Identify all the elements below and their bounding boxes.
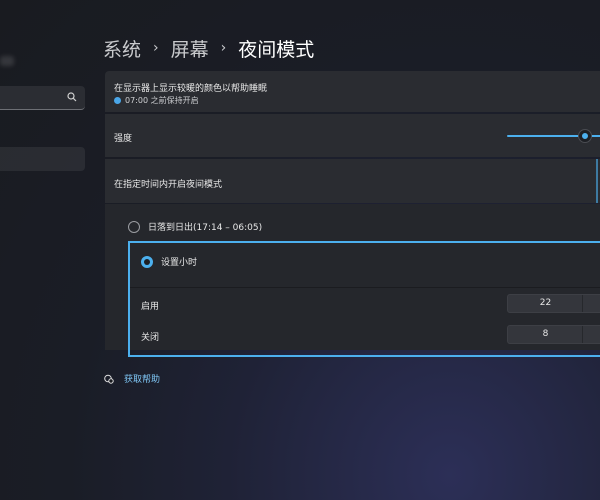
status-dot-icon [114,97,121,104]
slider-thumb[interactable] [579,130,591,142]
turn-off-time-picker[interactable]: 8 [507,325,600,344]
user-account-blur [0,56,14,66]
strength-label: 强度 [114,134,133,144]
nav-item-selected[interactable] [0,147,85,171]
turn-off-label: 关闭 [141,333,160,343]
time-segment-divider [582,326,583,343]
radio-checked-icon[interactable] [141,255,153,268]
turn-on-hour[interactable]: 22 [508,298,583,308]
breadcrumb-separator: › [153,40,159,56]
settings-search-input[interactable] [0,86,85,110]
breadcrumb: 系统 › 屏幕 › 夜间模式 [103,34,314,62]
radio-set-hours[interactable]: 设置小时 [141,255,197,268]
status-text: 07:00 之前保持开启 [125,96,199,105]
radio-unchecked-icon[interactable] [128,220,140,233]
breadcrumb-display[interactable]: 屏幕 [171,35,209,62]
search-icon[interactable] [67,92,77,102]
divider [130,287,600,288]
radio-sunset-label: 日落到日出(17:14 – 06:05) [148,223,263,233]
time-segment-divider [582,295,583,312]
schedule-label: 在指定时间内开启夜间模式 [114,180,223,190]
page-title: 夜间模式 [238,38,315,61]
strength-card: 强度 [105,114,600,157]
set-hours-focus-group: 设置小时 启用 22 关闭 8 [128,241,600,357]
turn-on-label: 启用 [141,302,160,312]
radio-sunset-to-sunrise[interactable]: 日落到日出(17:14 – 06:05) [128,220,262,233]
turn-on-time-picker[interactable]: 22 [507,294,600,313]
night-light-description: 在显示器上显示较暖的颜色以帮助睡眠 [114,84,268,94]
turn-off-hour[interactable]: 8 [508,329,583,339]
turn-on-row: 启用 22 [130,289,600,319]
night-light-summary-card: 在显示器上显示较暖的颜色以帮助睡眠 07:00 之前保持开启 [105,71,600,112]
get-help-link[interactable]: 获取帮助 [104,372,160,385]
strength-slider[interactable] [507,130,600,142]
radio-set-hours-label: 设置小时 [161,258,198,268]
night-light-status: 07:00 之前保持开启 [114,95,199,106]
schedule-night-light-card[interactable]: 在指定时间内开启夜间模式 [105,159,600,203]
left-navigation-pane [0,0,90,500]
get-help-text[interactable]: 获取帮助 [124,372,160,385]
breadcrumb-separator: › [220,40,227,56]
turn-off-row: 关闭 8 [130,320,600,350]
breadcrumb-system[interactable]: 系统 [103,35,141,62]
schedule-toggle[interactable] [596,159,598,203]
help-chat-icon [104,374,114,384]
